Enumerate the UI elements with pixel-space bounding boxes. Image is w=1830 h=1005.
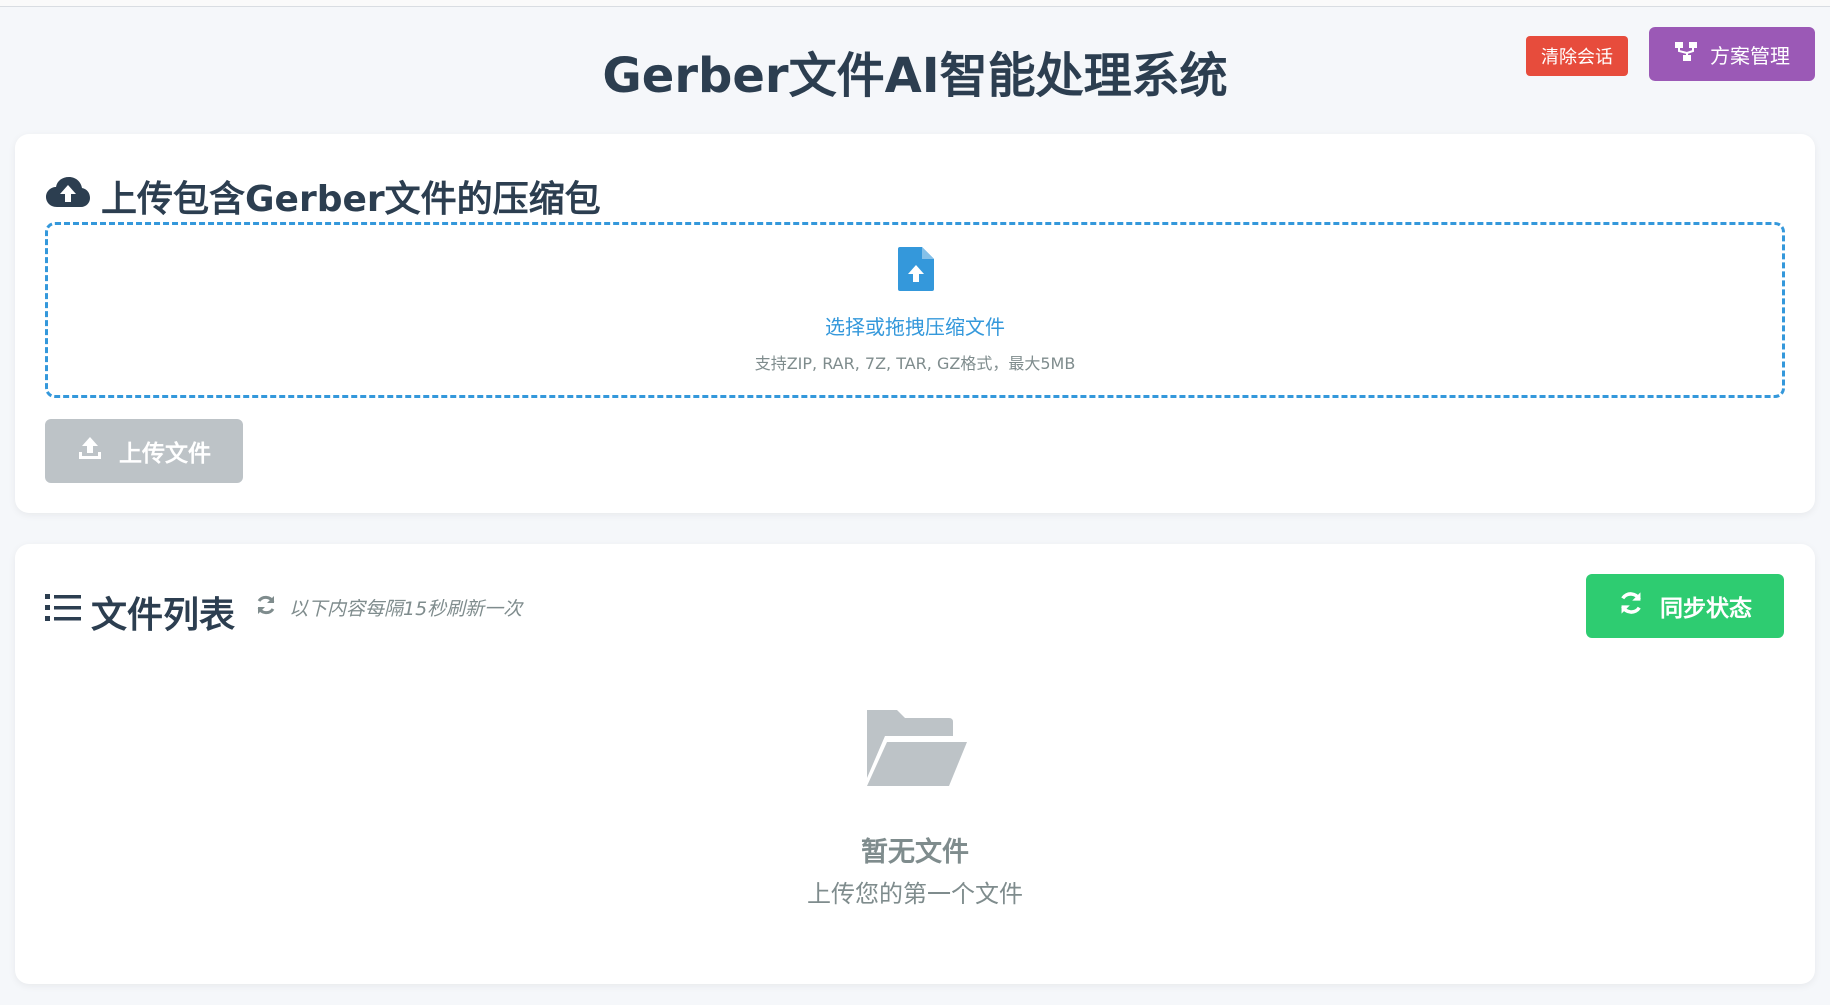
cloud-upload-icon [45,175,91,218]
folder-open-icon [863,706,969,792]
page-header: Gerber文件AI智能处理系统 清除会话 方案管理 [0,6,1830,130]
auto-refresh-text: 以下内容每隔15秒刷新一次 [289,598,523,620]
plan-management-label: 方案管理 [1710,43,1790,68]
refresh-icon [255,594,277,621]
upload-section-title: 上传包含Gerber文件的压缩包 [45,170,601,222]
dropzone-hint: 支持ZIP, RAR, 7Z, TAR, GZ格式，最大5MB [754,354,1076,373]
upload-card: 上传包含Gerber文件的压缩包 选择或拖拽压缩文件 支持ZIP, RAR, 7… [15,134,1815,513]
file-upload-icon [898,247,934,295]
file-list-section-title: 文件列表 [45,586,235,638]
empty-state-subtitle: 上传您的第一个文件 [807,880,1023,908]
plan-management-button[interactable]: 方案管理 [1649,27,1815,81]
upload-section-heading: 上传包含Gerber文件的压缩包 [101,179,601,220]
upload-file-button[interactable]: 上传文件 [45,419,243,483]
sync-icon [1618,590,1644,622]
upload-icon [77,435,103,467]
list-icon [45,592,81,633]
sitemap-icon [1674,41,1698,68]
upload-file-label: 上传文件 [119,441,211,467]
file-list-card: 文件列表 以下内容每隔15秒刷新一次 同步状态 暂无文件 上传您的第一个文件 [15,544,1815,984]
dropzone-label: 选择或拖拽压缩文件 [825,315,1005,339]
auto-refresh-note: 以下内容每隔15秒刷新一次 [255,594,522,621]
sync-status-button[interactable]: 同步状态 [1586,574,1784,638]
clear-session-button[interactable]: 清除会话 [1526,36,1628,76]
empty-state-title: 暂无文件 [861,837,969,868]
file-list-heading: 文件列表 [91,595,236,636]
file-dropzone[interactable]: 选择或拖拽压缩文件 支持ZIP, RAR, 7Z, TAR, GZ格式，最大5M… [45,222,1785,398]
sync-status-label: 同步状态 [1660,596,1752,622]
